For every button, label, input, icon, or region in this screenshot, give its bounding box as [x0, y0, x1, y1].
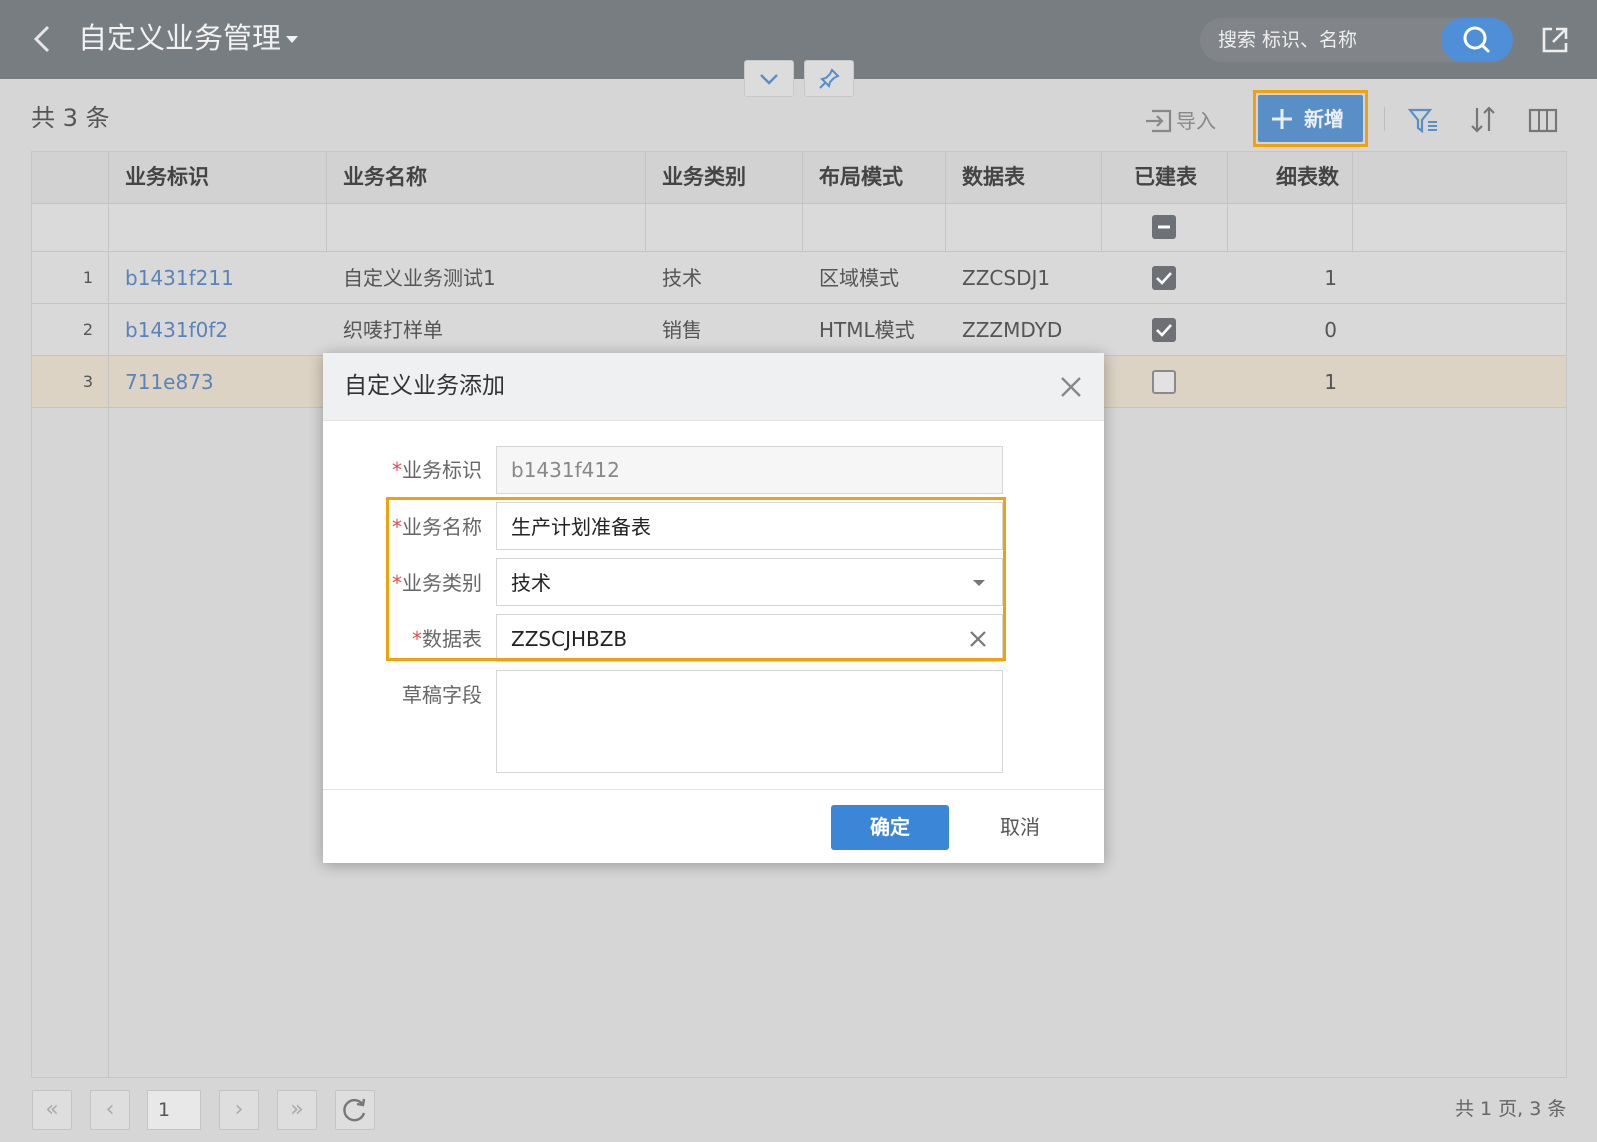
app-title: 自定义业务管理: [78, 21, 282, 55]
chevron-down-icon: [760, 74, 778, 85]
grid-line: [802, 152, 803, 252]
row-biz-name: 自定义业务测试1: [343, 266, 496, 290]
last-page-button[interactable]: »: [277, 1090, 317, 1130]
grid-line: [32, 203, 1566, 204]
column-header-data-table[interactable]: 数据表: [962, 151, 1025, 203]
column-header-detail-count[interactable]: 细表数: [1276, 151, 1339, 203]
collapse-header-button[interactable]: [744, 60, 794, 97]
row-biz-category: 销售: [662, 318, 702, 342]
column-header-biz-category[interactable]: 业务类别: [662, 151, 746, 203]
confirm-button-label[interactable]: 确定: [831, 812, 949, 842]
refresh-button[interactable]: [335, 1090, 375, 1130]
filter-icon[interactable]: [1406, 104, 1440, 136]
grid-line: [32, 251, 1566, 252]
sort-icon[interactable]: [1466, 104, 1500, 136]
row-detail-count: 1: [1324, 370, 1337, 394]
cancel-button-label[interactable]: 取消: [980, 812, 1060, 842]
back-arrow-icon[interactable]: [26, 22, 60, 56]
import-icon: [1146, 109, 1172, 133]
columns-icon[interactable]: [1526, 104, 1560, 136]
row-data-table: ZZZMDYD: [962, 318, 1063, 342]
page-summary: 共 1 页, 3 条: [1455, 1098, 1567, 1120]
row-number: 3: [82, 372, 94, 391]
search-button[interactable]: [1441, 18, 1513, 62]
grid-filter-row: [32, 203, 1566, 251]
built-filter-checkbox[interactable]: [1152, 215, 1176, 239]
column-header-biz-id[interactable]: 业务标识: [125, 151, 209, 203]
row-biz-id-link[interactable]: b1431f0f2: [125, 315, 228, 345]
column-header-table-built[interactable]: 已建表: [1134, 151, 1197, 203]
checkmark-icon: [1156, 324, 1172, 337]
row-biz-id-link[interactable]: b1431f211: [125, 263, 234, 293]
first-page-button[interactable]: «: [32, 1090, 72, 1130]
row-built-checkbox[interactable]: [1152, 266, 1176, 290]
grid-line: [326, 152, 327, 252]
column-header-layout-mode[interactable]: 布局模式: [819, 151, 903, 203]
row-biz-name: 织唛打样单: [343, 318, 443, 342]
dialog-footer-divider: [323, 789, 1104, 790]
row-detail-count: 0: [1324, 318, 1337, 342]
search-icon: [1463, 26, 1490, 53]
row-biz-category: 技术: [662, 266, 702, 290]
next-page-button[interactable]: ›: [219, 1090, 259, 1130]
title-dropdown-caret-icon[interactable]: [286, 36, 298, 43]
row-number: 1: [82, 268, 94, 287]
grid-line: [108, 152, 109, 1077]
grid-line: [32, 303, 1566, 304]
record-count: 共 3 条: [31, 104, 110, 132]
plus-icon: [1272, 109, 1292, 129]
row-number: 2: [82, 320, 94, 339]
row-data-table: ZZCSDJ1: [962, 266, 1051, 290]
external-link-icon[interactable]: [1539, 24, 1571, 56]
row-detail-count: 1: [1324, 266, 1337, 290]
minus-icon: [1158, 225, 1170, 229]
dialog-title: 自定义业务添加: [344, 373, 505, 399]
close-icon[interactable]: [1057, 373, 1085, 401]
add-button-label[interactable]: 新增: [1304, 104, 1344, 134]
toolbar-divider: [1384, 107, 1385, 131]
prev-page-button[interactable]: ‹: [90, 1090, 130, 1130]
pin-icon: [819, 68, 840, 89]
row-layout-mode: 区域模式: [819, 266, 899, 290]
grid-line: [645, 152, 646, 252]
required-fields-highlight: [386, 497, 1006, 661]
grid-line: [1352, 152, 1353, 252]
required-mark: *: [392, 458, 402, 482]
checkmark-icon: [1156, 272, 1172, 285]
grid-line: [945, 152, 946, 252]
search-input[interactable]: 搜索 标识、名称: [1218, 26, 1357, 54]
pin-header-button[interactable]: [804, 60, 854, 97]
refresh-icon: [343, 1098, 366, 1122]
row-built-checkbox[interactable]: [1152, 370, 1176, 394]
row-layout-mode: HTML模式: [819, 318, 915, 342]
biz-id-value: b1431f412: [511, 458, 620, 482]
row-built-checkbox[interactable]: [1152, 318, 1176, 342]
grid-line: [1101, 152, 1102, 252]
grid-line: [1227, 152, 1228, 252]
row-biz-id-link[interactable]: 711e873: [125, 367, 214, 397]
import-label[interactable]: 导入: [1176, 104, 1216, 138]
draft-field-label: 草稿字段: [402, 683, 482, 707]
biz-id-label: *业务标识: [392, 458, 482, 482]
column-header-biz-name[interactable]: 业务名称: [343, 151, 427, 203]
draft-field-textarea[interactable]: [496, 670, 1003, 773]
page-number-input[interactable]: 1: [147, 1090, 201, 1130]
